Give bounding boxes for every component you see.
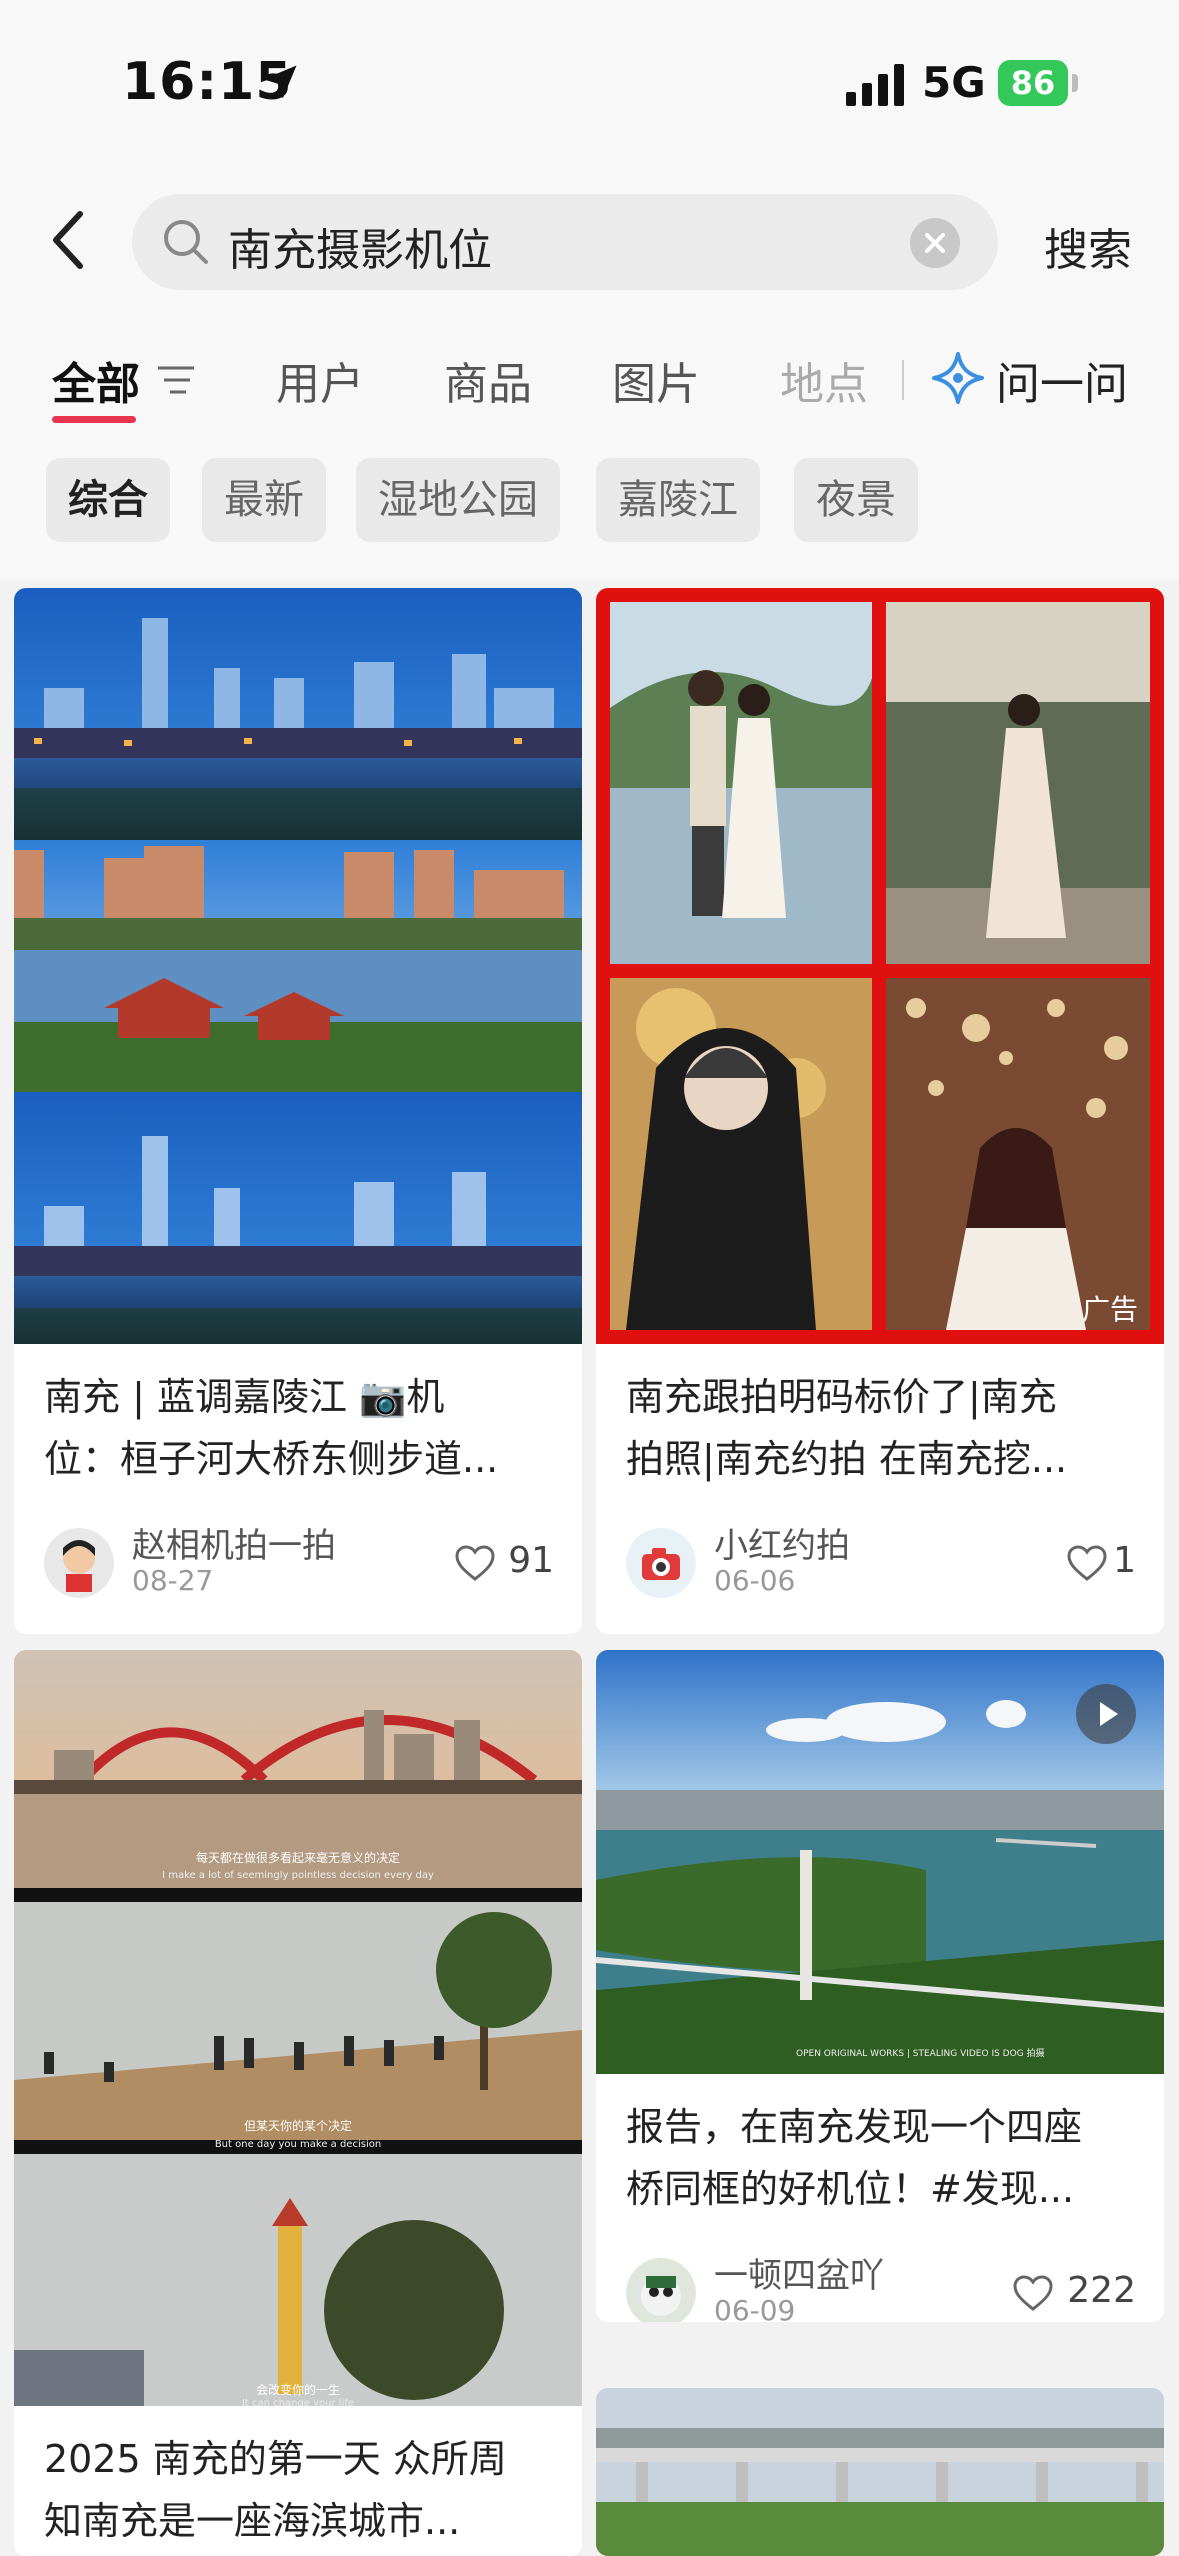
network-type: 5G: [922, 58, 986, 107]
caption-en: It can change your life: [242, 2398, 354, 2406]
author-avatar: [626, 2258, 696, 2322]
feed-card[interactable]: 每天都在做很多看起来毫无意义的决定 I make a lot of seemin…: [14, 1650, 582, 2556]
author-avatar: [626, 1528, 696, 1598]
bridge-lighthouse-photo: 每天都在做很多看起来毫无意义的决定 I make a lot of seemin…: [14, 1650, 582, 2406]
filter-icon[interactable]: [156, 360, 196, 400]
tab-all[interactable]: 全部: [52, 348, 140, 412]
like-count: 1: [1113, 1540, 1136, 1581]
cellular-signal-icon: [846, 64, 904, 106]
chip-comprehensive[interactable]: 综合: [46, 458, 170, 542]
chip-night-view[interactable]: 夜景: [794, 458, 918, 542]
couple-photo-collage: [596, 588, 1164, 1344]
status-bar: 16:15 5G 86: [0, 0, 1179, 150]
video-play-icon[interactable]: [1076, 1684, 1136, 1744]
card-title-line: 南充 | 蓝调嘉陵江 📷机: [44, 1375, 445, 1419]
tab-places[interactable]: 地点: [780, 348, 868, 412]
heart-icon[interactable]: [454, 1544, 496, 1582]
feed-card[interactable]: [596, 2388, 1164, 2556]
search-icon: [164, 220, 208, 264]
battery-tip: [1072, 74, 1078, 92]
caption-cn: 但某天你的某个决定: [244, 2118, 352, 2133]
author-avatar: [44, 1528, 114, 1598]
chip-latest[interactable]: 最新: [202, 458, 326, 542]
feed-card[interactable]: 南充 | 蓝调嘉陵江 📷机 位：桓子河大桥东侧步道... 赵相机拍一拍 08-2…: [14, 588, 582, 1634]
card-title-line: 南充跟拍明码标价了|南充: [626, 1375, 1057, 1419]
tab-products[interactable]: 商品: [444, 348, 532, 412]
caption-cn: 每天都在做很多看起来毫无意义的决定: [196, 1850, 400, 1865]
caption-en: I make a lot of seemingly pointless deci…: [162, 1870, 434, 1881]
heart-icon[interactable]: [1012, 2274, 1054, 2312]
like-count: 91: [508, 1540, 554, 1581]
feed-card-ad[interactable]: 广告 南充跟拍明码标价了|南充 拍照|南充约拍 在南充挖... 小红约拍 06-…: [596, 588, 1164, 1634]
search-query-text[interactable]: 南充摄影机位: [228, 214, 492, 278]
ad-label: 广告: [1081, 1293, 1138, 1326]
battery-indicator: 86: [998, 60, 1068, 106]
tab-ask[interactable]: 问一问: [996, 348, 1128, 412]
location-arrow-icon: [263, 65, 297, 99]
author-name[interactable]: 小红约拍: [714, 1518, 850, 1567]
post-date: 06-06: [714, 1564, 796, 1597]
active-tab-indicator: [52, 416, 136, 423]
caption-cn: 会改变你的一生: [256, 2382, 340, 2397]
like-count: 222: [1067, 2270, 1136, 2311]
clear-search-button[interactable]: [910, 218, 960, 268]
card-title-line: 位：桓子河大桥东侧步道...: [44, 1437, 499, 1481]
bridge-landscape-photo: [596, 2388, 1164, 2556]
card-title-line: 知南充是一座海滨城市...: [44, 2499, 461, 2543]
close-icon: [925, 233, 945, 253]
filter-chips: 综合 最新 湿地公园 嘉陵江 夜景: [0, 440, 1179, 580]
feed-card[interactable]: OPEN ORIGINAL WORKS | STEALING VIDEO IS …: [596, 1650, 1164, 2322]
search-button[interactable]: 搜索: [1044, 214, 1132, 278]
heart-icon[interactable]: [1066, 1544, 1108, 1582]
tab-images[interactable]: 图片: [612, 348, 700, 412]
card-title-line: 桥同框的好机位！#发现...: [626, 2167, 1075, 2211]
night-skyline-photo: [14, 588, 582, 1344]
author-name[interactable]: 赵相机拍一拍: [132, 1518, 336, 1567]
search-header: 南充摄影机位 搜索: [0, 150, 1179, 330]
author-name[interactable]: 一顿四盆吖: [714, 2248, 884, 2297]
search-input[interactable]: 南充摄影机位: [132, 194, 998, 290]
card-title-line: 报告，在南充发现一个四座: [626, 2105, 1083, 2149]
tab-users[interactable]: 用户: [276, 348, 364, 412]
watermark-text: OPEN ORIGINAL WORKS | STEALING VIDEO IS …: [796, 2047, 1045, 2059]
sparkle-ask-icon[interactable]: [930, 350, 986, 406]
chip-jialing-river[interactable]: 嘉陵江: [596, 458, 760, 542]
result-tabs: 全部 用户 商品 图片 地点 问一问: [0, 330, 1179, 440]
caption-en: But one day you make a decision: [215, 2139, 381, 2150]
card-title-line: 2025 南充的第一天 众所周: [44, 2437, 507, 2481]
post-date: 06-09: [714, 2294, 796, 2322]
tab-divider: [902, 360, 904, 400]
chip-wetland-park[interactable]: 湿地公园: [356, 458, 560, 542]
card-title-line: 拍照|南充约拍 在南充挖...: [626, 1437, 1068, 1481]
post-date: 08-27: [132, 1564, 214, 1597]
back-arrow-icon[interactable]: [50, 210, 90, 270]
